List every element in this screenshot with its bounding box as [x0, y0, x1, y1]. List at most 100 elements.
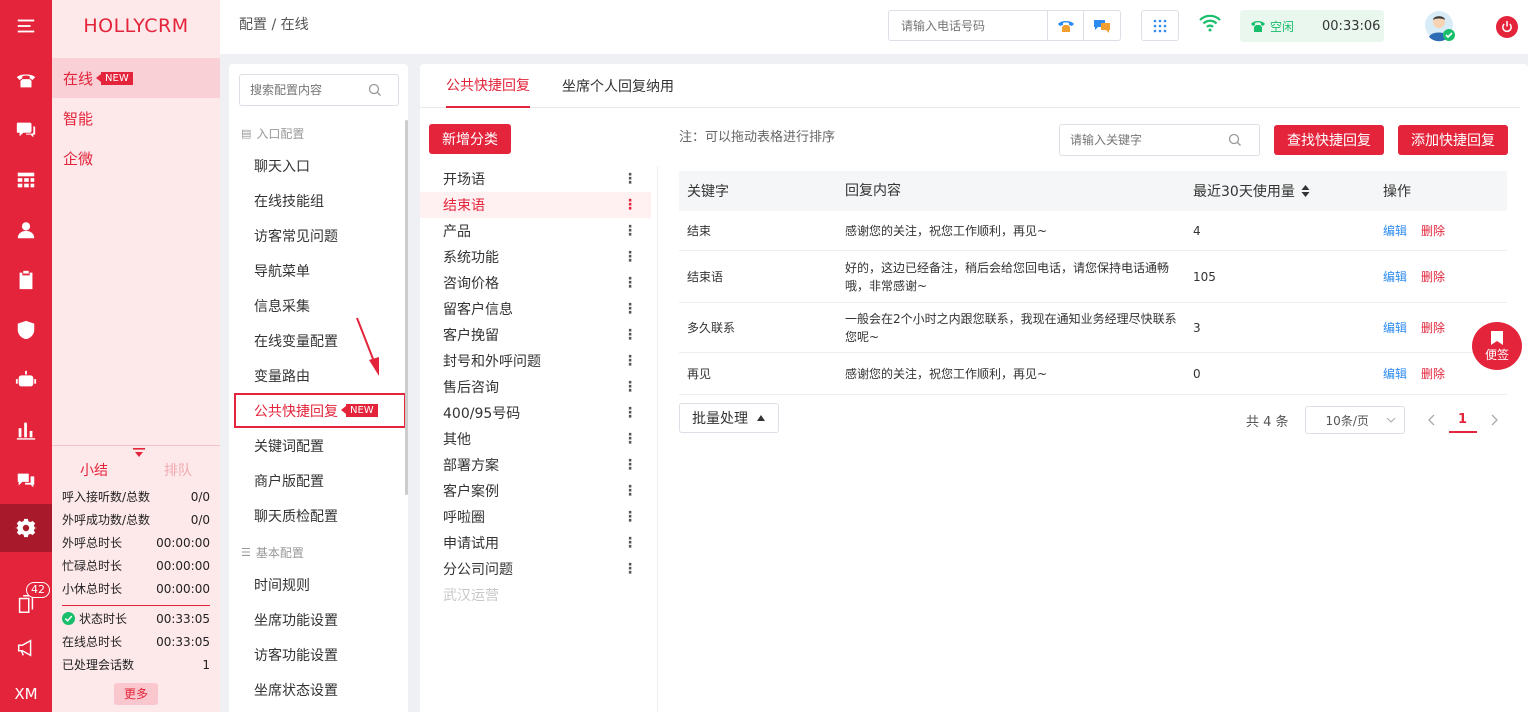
- more-vertical-icon[interactable]: ⋮: [623, 275, 637, 291]
- clipboard-icon[interactable]: [0, 256, 52, 304]
- config-item[interactable]: 访客常见问题: [229, 218, 408, 253]
- category-item[interactable]: 客户挽留 ⋮: [420, 322, 651, 348]
- more-vertical-icon[interactable]: ⋮: [623, 379, 637, 395]
- delete-link[interactable]: 删除: [1421, 222, 1445, 239]
- search-icon[interactable]: [368, 83, 382, 97]
- avatar[interactable]: [1424, 10, 1456, 42]
- add-quick-reply-button[interactable]: 添加快捷回复: [1398, 125, 1508, 155]
- more-vertical-icon[interactable]: ⋮: [623, 535, 637, 551]
- menu-icon[interactable]: [0, 2, 52, 50]
- phone-icon[interactable]: [0, 56, 52, 104]
- category-item[interactable]: 开场语 ⋮: [420, 166, 651, 192]
- more-vertical-icon[interactable]: ⋮: [623, 353, 637, 369]
- config-item[interactable]: 坐席功能设置: [229, 602, 408, 637]
- config-search-input[interactable]: [240, 83, 368, 97]
- collapse-arrow-icon[interactable]: [132, 448, 146, 458]
- category-item[interactable]: 客户案例 ⋮: [420, 478, 651, 504]
- category-item[interactable]: 部署方案 ⋮: [420, 452, 651, 478]
- more-vertical-icon[interactable]: ⋮: [623, 197, 637, 213]
- edit-link[interactable]: 编辑: [1383, 319, 1407, 336]
- edit-link[interactable]: 编辑: [1383, 365, 1407, 382]
- tab-agent-personal-reply[interactable]: 坐席个人回复纳用: [562, 64, 674, 108]
- messages-icon[interactable]: [0, 456, 52, 504]
- config-item[interactable]: 在线变量配置: [229, 323, 408, 358]
- config-item[interactable]: 聊天质检配置: [229, 498, 408, 533]
- config-item[interactable]: 访客功能设置: [229, 637, 408, 672]
- grid-icon[interactable]: [0, 156, 52, 204]
- more-vertical-icon[interactable]: ⋮: [623, 561, 637, 577]
- chevron-right-icon[interactable]: [1489, 414, 1499, 426]
- more-vertical-icon[interactable]: ⋮: [623, 431, 637, 447]
- more-vertical-icon[interactable]: ⋮: [623, 405, 637, 421]
- config-item[interactable]: 在线技能组: [229, 183, 408, 218]
- config-item[interactable]: 信息采集: [229, 288, 408, 323]
- delete-link[interactable]: 删除: [1421, 319, 1445, 336]
- table-row[interactable]: 再见 感谢您的关注，祝您工作顺利，再见~ 0 编辑 删除: [679, 353, 1507, 395]
- more-vertical-icon[interactable]: ⋮: [623, 457, 637, 473]
- megaphone-icon[interactable]: [0, 624, 52, 672]
- config-item[interactable]: 聊天入口: [229, 148, 408, 183]
- nav-item-wecom[interactable]: 企微: [52, 138, 220, 178]
- delete-link[interactable]: 删除: [1421, 268, 1445, 285]
- tab-summary[interactable]: 小结: [80, 460, 108, 480]
- tab-queue[interactable]: 排队: [164, 460, 192, 480]
- settings-icon[interactable]: [0, 504, 52, 552]
- sort-icon[interactable]: [1301, 185, 1310, 197]
- category-item-selected[interactable]: 结束语 ⋮: [420, 192, 651, 218]
- keyword-input[interactable]: [1060, 133, 1228, 147]
- config-item-public-quick-reply[interactable]: 公共快捷回复 NEW: [234, 393, 406, 428]
- page-current[interactable]: 1: [1448, 407, 1477, 433]
- more-button[interactable]: 更多: [114, 683, 158, 705]
- more-vertical-icon[interactable]: ⋮: [623, 327, 637, 343]
- more-vertical-icon[interactable]: ⋮: [623, 249, 637, 265]
- delete-link[interactable]: 删除: [1421, 365, 1445, 382]
- table-row[interactable]: 结束 感谢您的关注，祝您工作顺利，再见~ 4 编辑 删除: [679, 211, 1507, 251]
- notepad-button[interactable]: 便签: [1472, 322, 1522, 370]
- config-item[interactable]: 商户版配置: [229, 463, 408, 498]
- agent-status[interactable]: 空闲 00:33:06: [1240, 10, 1384, 42]
- user-icon[interactable]: [0, 206, 52, 254]
- category-item[interactable]: 呼啦圈 ⋮: [420, 504, 651, 530]
- category-item[interactable]: 申请试用 ⋮: [420, 530, 651, 556]
- nav-item-online[interactable]: 在线 NEW: [52, 58, 220, 98]
- page-size-select[interactable]: 10条/页: [1304, 406, 1405, 434]
- find-quick-reply-button[interactable]: 查找快捷回复: [1274, 125, 1384, 155]
- usage-sort-header[interactable]: 最近30天使用量: [1193, 181, 1383, 201]
- chat-icon[interactable]: [0, 106, 52, 154]
- category-item[interactable]: 系统功能 ⋮: [420, 244, 651, 270]
- batch-action-button[interactable]: 批量处理: [679, 403, 779, 433]
- phone-input[interactable]: [889, 18, 1047, 33]
- call-button[interactable]: [1047, 11, 1083, 40]
- chevron-left-icon[interactable]: [1427, 414, 1437, 426]
- logout-button[interactable]: [1496, 16, 1518, 38]
- config-item[interactable]: 导航菜单: [229, 253, 408, 288]
- edit-link[interactable]: 编辑: [1383, 222, 1407, 239]
- config-item[interactable]: 坐席状态设置: [229, 672, 408, 707]
- more-vertical-icon[interactable]: ⋮: [623, 223, 637, 239]
- sms-button[interactable]: [1083, 11, 1119, 40]
- user-initials[interactable]: XM: [0, 670, 52, 712]
- category-item[interactable]: 400/95号码 ⋮: [420, 400, 651, 426]
- category-item[interactable]: 留客户信息 ⋮: [420, 296, 651, 322]
- category-item[interactable]: 封号和外呼问题 ⋮: [420, 348, 651, 374]
- more-vertical-icon[interactable]: ⋮: [623, 483, 637, 499]
- category-item[interactable]: 售后咨询 ⋮: [420, 374, 651, 400]
- shield-icon[interactable]: [0, 306, 52, 354]
- tickets-icon[interactable]: 42: [0, 580, 52, 628]
- tab-public-quick-reply[interactable]: 公共快捷回复: [446, 64, 530, 108]
- nav-item-smart[interactable]: 智能: [52, 98, 220, 138]
- more-vertical-icon[interactable]: ⋮: [623, 301, 637, 317]
- category-item[interactable]: 其他 ⋮: [420, 426, 651, 452]
- config-item[interactable]: 变量路由: [229, 358, 408, 393]
- more-vertical-icon[interactable]: ⋮: [623, 171, 637, 187]
- category-item[interactable]: 咨询价格 ⋮: [420, 270, 651, 296]
- robot-icon[interactable]: [0, 356, 52, 404]
- config-item[interactable]: 时间规则: [229, 567, 408, 602]
- category-item[interactable]: 产品 ⋮: [420, 218, 651, 244]
- search-icon[interactable]: [1228, 133, 1242, 147]
- more-vertical-icon[interactable]: ⋮: [623, 509, 637, 525]
- table-row[interactable]: 结束语 好的，这边已经备注，稍后会给您回电话，请您保持电话通畅哦，非常感谢~ 1…: [679, 251, 1507, 303]
- bar-chart-icon[interactable]: [0, 406, 52, 454]
- category-item[interactable]: 分公司问题 ⋮: [420, 556, 651, 582]
- table-row[interactable]: 多久联系 一般会在2个小时之内跟您联系，我现在通知业务经理尽快联系您呢~ 3 编…: [679, 303, 1507, 353]
